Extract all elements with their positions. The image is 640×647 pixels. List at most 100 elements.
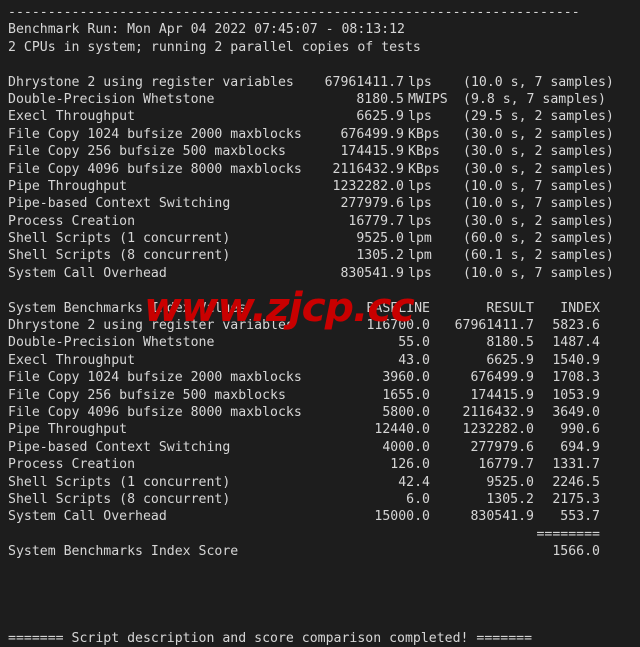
result-value: 1232282.0: [238, 178, 404, 195]
result-name: Process Creation: [8, 213, 135, 230]
index-row-name: Shell Scripts (8 concurrent): [8, 491, 230, 508]
result-value: 16779.7: [238, 213, 404, 230]
raw-results-table: Dhrystone 2 using register variables 679…: [8, 74, 640, 283]
result-value: 830541.9: [238, 265, 404, 282]
result-unit: MWIPS: [408, 91, 448, 108]
result-row: Process Creation 16779.7 lps (30.0 s, 2 …: [8, 213, 640, 230]
result-samples: (10.0 s, 7 samples): [463, 265, 614, 282]
result-unit: KBps: [408, 143, 440, 160]
result-samples: (9.8 s, 7 samples): [463, 91, 606, 108]
result-row: Shell Scripts (8 concurrent) 1305.2 lpm …: [8, 247, 640, 264]
index-row-baseline: 1655.0: [310, 387, 430, 404]
index-row-baseline: 55.0: [310, 334, 430, 351]
result-unit: lps: [408, 178, 432, 195]
index-row-name: File Copy 4096 bufsize 8000 maxblocks: [8, 404, 302, 421]
column-header-index: INDEX: [494, 300, 600, 317]
result-name: Execl Throughput: [8, 108, 135, 125]
result-samples: (30.0 s, 2 samples): [463, 143, 614, 160]
result-unit: lps: [408, 74, 432, 91]
result-samples: (30.0 s, 2 samples): [463, 213, 614, 230]
index-score-value: 1566.0: [494, 543, 600, 560]
index-row-name: Execl Throughput: [8, 352, 135, 369]
spacer-6: [8, 613, 640, 630]
result-row: Double-Precision Whetstone 8180.5 MWIPS …: [8, 91, 640, 108]
result-unit: lps: [408, 108, 432, 125]
index-table-header: System Benchmarks Index Values BASELINE …: [8, 300, 640, 317]
cpu-info-line: 2 CPUs in system; running 2 parallel cop…: [8, 39, 640, 56]
result-samples: (30.0 s, 2 samples): [463, 161, 614, 178]
table-row: File Copy 256 bufsize 500 maxblocks 1655…: [8, 387, 640, 404]
index-row-baseline: 116700.0: [310, 317, 430, 334]
result-row: System Call Overhead 830541.9 lps (10.0 …: [8, 265, 640, 282]
result-value: 8180.5: [238, 91, 404, 108]
result-value: 9525.0: [238, 230, 404, 247]
index-row-baseline: 43.0: [310, 352, 430, 369]
score-separator-text: ========: [494, 526, 600, 543]
spacer-2: [8, 282, 640, 299]
index-row-index: 553.7: [494, 508, 600, 525]
result-unit: lpm: [408, 230, 432, 247]
result-samples: (60.0 s, 2 samples): [463, 230, 614, 247]
index-row-baseline: 15000.0: [310, 508, 430, 525]
table-row: File Copy 4096 bufsize 8000 maxblocks 58…: [8, 404, 640, 421]
spacer-5: [8, 595, 640, 612]
index-row-name: System Call Overhead: [8, 508, 167, 525]
table-row: File Copy 1024 bufsize 2000 maxblocks 39…: [8, 369, 640, 386]
result-row: File Copy 1024 bufsize 2000 maxblocks 67…: [8, 126, 640, 143]
table-row: Pipe-based Context Switching 4000.0 2779…: [8, 439, 640, 456]
result-unit: lpm: [408, 247, 432, 264]
result-name: Shell Scripts (8 concurrent): [8, 247, 230, 264]
result-row: Shell Scripts (1 concurrent) 9525.0 lpm …: [8, 230, 640, 247]
index-row-baseline: 126.0: [310, 456, 430, 473]
result-samples: (10.0 s, 7 samples): [463, 74, 614, 91]
index-row-index: 1708.3: [494, 369, 600, 386]
result-value: 676499.9: [238, 126, 404, 143]
result-row: Pipe-based Context Switching 277979.6 lp…: [8, 195, 640, 212]
spacer-4: [8, 578, 640, 595]
index-row-name: File Copy 1024 bufsize 2000 maxblocks: [8, 369, 302, 386]
table-row: Pipe Throughput 12440.0 1232282.0 990.6: [8, 421, 640, 438]
index-row-baseline: 4000.0: [310, 439, 430, 456]
benchmark-run-line: Benchmark Run: Mon Apr 04 2022 07:45:07 …: [8, 21, 640, 38]
result-samples: (30.0 s, 2 samples): [463, 126, 614, 143]
table-row: Execl Throughput 43.0 6625.9 1540.9: [8, 352, 640, 369]
table-row: Shell Scripts (8 concurrent) 6.0 1305.2 …: [8, 491, 640, 508]
spacer-1: [8, 56, 640, 73]
table-row: Shell Scripts (1 concurrent) 42.4 9525.0…: [8, 474, 640, 491]
index-row-name: File Copy 256 bufsize 500 maxblocks: [8, 387, 286, 404]
index-row-index: 1540.9: [494, 352, 600, 369]
result-samples: (10.0 s, 7 samples): [463, 178, 614, 195]
index-row-name: Shell Scripts (1 concurrent): [8, 474, 230, 491]
result-value: 1305.2: [238, 247, 404, 264]
result-unit: lps: [408, 265, 432, 282]
result-value: 277979.6: [238, 195, 404, 212]
table-row: Process Creation 126.0 16779.7 1331.7: [8, 456, 640, 473]
result-row: Execl Throughput 6625.9 lps (29.5 s, 2 s…: [8, 108, 640, 125]
result-unit: KBps: [408, 126, 440, 143]
result-unit: lps: [408, 213, 432, 230]
index-row-index: 2175.3: [494, 491, 600, 508]
index-row-name: Dhrystone 2 using register variables: [8, 317, 294, 334]
index-row-index: 1487.4: [494, 334, 600, 351]
result-row: Dhrystone 2 using register variables 679…: [8, 74, 640, 91]
table-row: Double-Precision Whetstone 55.0 8180.5 1…: [8, 334, 640, 351]
index-row-name: Process Creation: [8, 456, 135, 473]
index-row-index: 694.9: [494, 439, 600, 456]
result-samples: (60.1 s, 2 samples): [463, 247, 614, 264]
result-row: Pipe Throughput 1232282.0 lps (10.0 s, 7…: [8, 178, 640, 195]
index-score-row: System Benchmarks Index Score 1566.0: [8, 543, 640, 560]
index-row-index: 990.6: [494, 421, 600, 438]
terminal-output: ----------------------------------------…: [0, 0, 640, 617]
index-score-label: System Benchmarks Index Score: [8, 543, 238, 560]
result-name: Pipe Throughput: [8, 178, 127, 195]
index-row-index: 1053.9: [494, 387, 600, 404]
index-row-baseline: 3960.0: [310, 369, 430, 386]
index-row-index: 2246.5: [494, 474, 600, 491]
table-row: Dhrystone 2 using register variables 116…: [8, 317, 640, 334]
result-row: File Copy 256 bufsize 500 maxblocks 1744…: [8, 143, 640, 160]
result-samples: (29.5 s, 2 samples): [463, 108, 614, 125]
index-values-table: System Benchmarks Index Values BASELINE …: [8, 300, 640, 561]
result-unit: lps: [408, 195, 432, 212]
column-header-baseline: BASELINE: [310, 300, 430, 317]
result-value: 2116432.9: [238, 161, 404, 178]
